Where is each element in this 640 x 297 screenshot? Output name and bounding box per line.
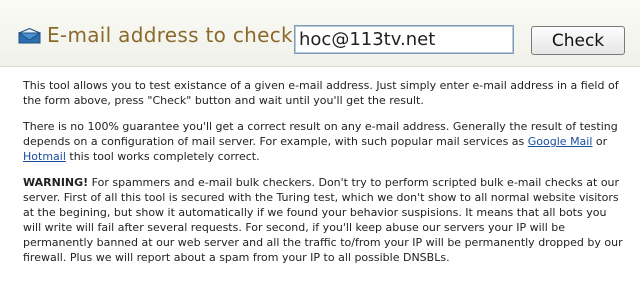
check-button[interactable]: Check xyxy=(531,26,625,55)
warning-label: WARNING! xyxy=(23,176,89,189)
guarantee-text-or: or xyxy=(592,135,608,148)
guarantee-text-end: this tool works completely correct. xyxy=(65,150,260,163)
email-field-label: E-mail address to check: xyxy=(47,23,300,47)
hotmail-link[interactable]: Hotmail xyxy=(23,150,66,163)
email-input[interactable] xyxy=(294,25,514,54)
guarantee-paragraph: There is no 100% guarantee you'll get a … xyxy=(23,119,623,164)
warning-paragraph: WARNING! For spammers and e-mail bulk ch… xyxy=(23,175,623,265)
check-form-bar: E-mail address to check: Check xyxy=(0,0,640,67)
intro-paragraph: This tool allows you to test existance o… xyxy=(23,79,619,107)
warning-text: For spammers and e-mail bulk checkers. D… xyxy=(23,176,623,264)
google-mail-link[interactable]: Google Mail xyxy=(528,135,593,148)
description: This tool allows you to test existance o… xyxy=(23,78,623,276)
envelope-icon xyxy=(18,28,41,44)
